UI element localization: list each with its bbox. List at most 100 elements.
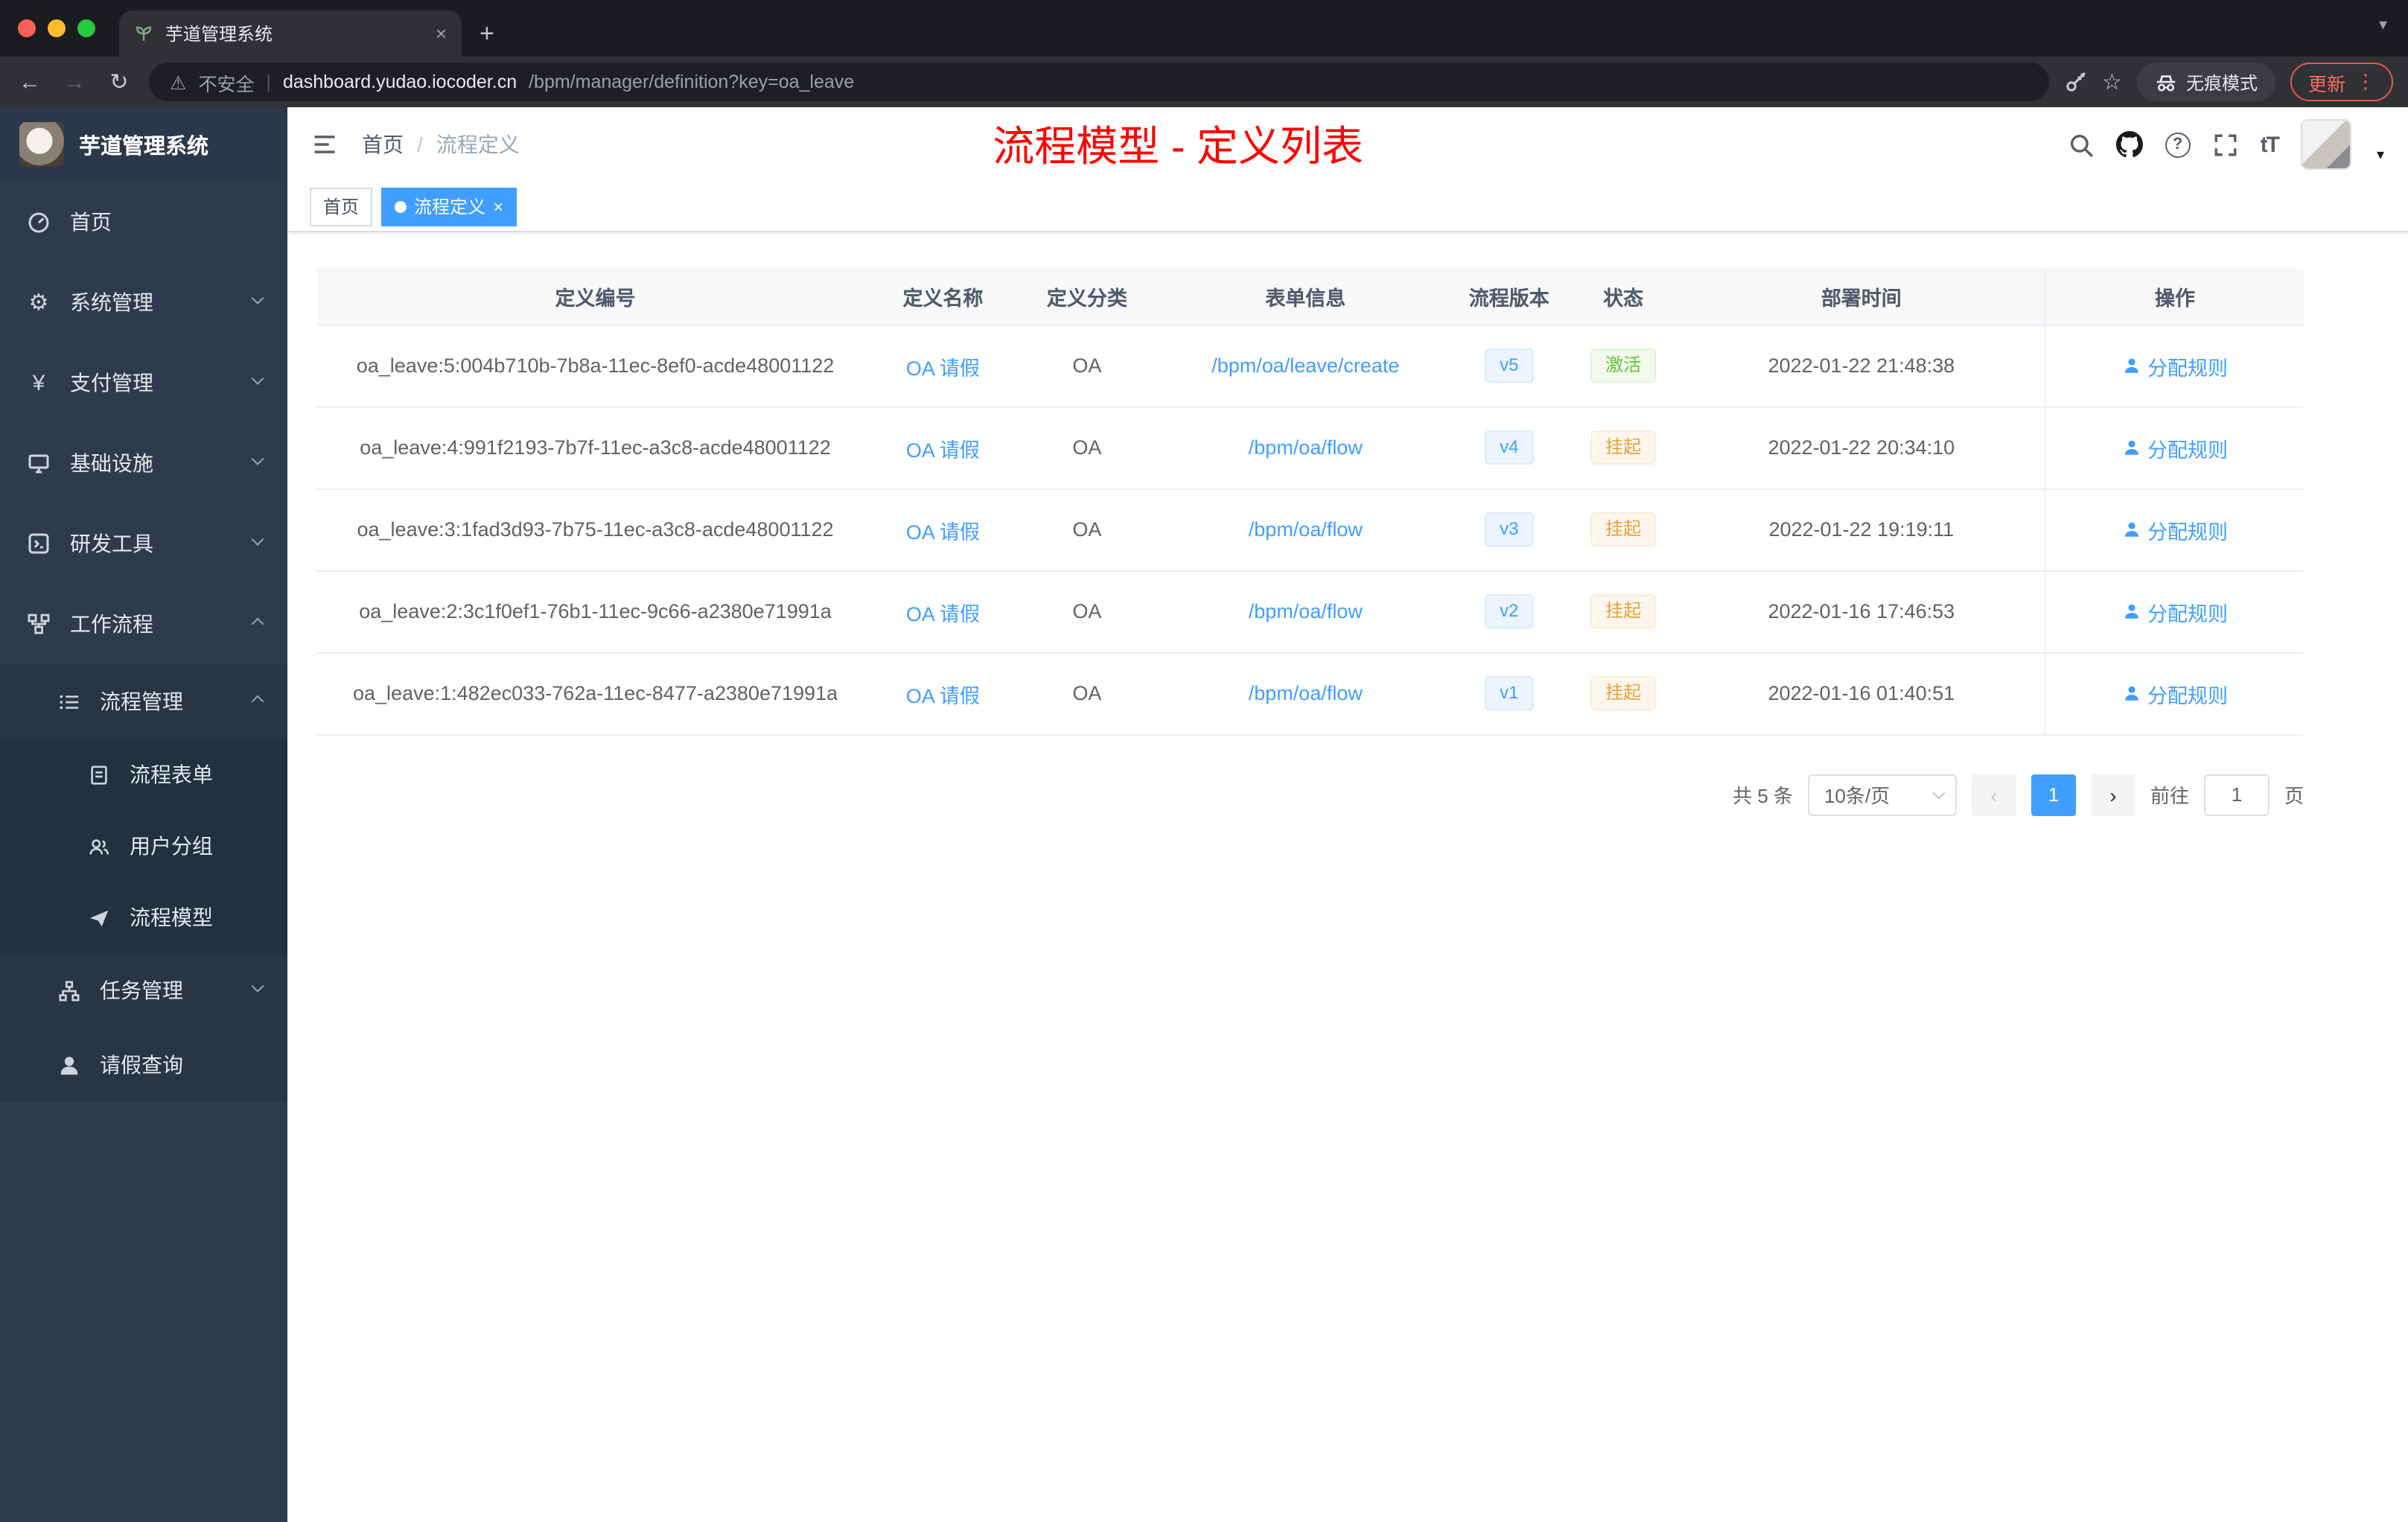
status-badge: 激活 <box>1590 348 1657 383</box>
help-icon[interactable]: ? <box>2165 132 2191 157</box>
cell-form-info: /bpm/oa/flow <box>1161 570 1450 653</box>
password-key-icon[interactable] <box>2063 70 2087 94</box>
browser-menu-icon[interactable]: ⋮ <box>2356 70 2375 94</box>
chevron-down-icon <box>251 291 264 305</box>
sidebar-item-payment-mgmt[interactable]: ¥ 支付管理 <box>0 343 287 423</box>
sidebar-item-workflow[interactable]: 工作流程 <box>0 584 287 664</box>
definition-table: 定义编号 定义名称 定义分类 表单信息 流程版本 状态 部署时间 操作 oa_l <box>317 268 2304 735</box>
cell-version: v4 <box>1449 407 1569 489</box>
text-size-icon[interactable]: tT <box>2261 132 2280 157</box>
breadcrumb-home[interactable]: 首页 <box>362 130 404 159</box>
cell-category: OA <box>1012 570 1162 653</box>
cell-deploy-time: 2022-01-16 17:46:53 <box>1678 570 2046 653</box>
form-link[interactable]: /bpm/oa/flow <box>1249 436 1363 459</box>
user-icon <box>2125 358 2138 373</box>
sidebar-item-system-mgmt[interactable]: ⚙ 系统管理 <box>0 262 287 343</box>
page-number-button[interactable]: 1 <box>2030 774 2076 815</box>
maximize-window-button[interactable] <box>77 19 95 37</box>
assign-rule-link[interactable]: 分配规则 <box>2122 351 2228 380</box>
reload-button[interactable]: ↻ <box>104 69 134 95</box>
sidebar-item-home[interactable]: 首页 <box>0 182 287 262</box>
breadcrumb-current: 流程定义 <box>436 133 520 156</box>
user-icon <box>2125 604 2138 619</box>
sidebar-item-label: 流程表单 <box>130 762 213 786</box>
assign-rule-link[interactable]: 分配规则 <box>2122 515 2228 544</box>
sidebar-item-task-mgmt[interactable]: 任务管理 <box>0 953 287 1028</box>
pagination: 共 5 条 10条/页 ‹ 1 › 前往 页 <box>317 774 2304 815</box>
address-bar[interactable]: ⚠ 不安全 | dashboard.yudao.iocoder.cn/bpm/m… <box>149 63 2049 101</box>
cell-definition-name: OA 请假 <box>873 325 1013 407</box>
chevron-down-icon <box>251 979 264 993</box>
goto-page-input[interactable] <box>2203 774 2270 815</box>
cell-deploy-time: 2022-01-22 19:19:11 <box>1678 488 2046 571</box>
sidebar-item-dev-tools[interactable]: 研发工具 <box>0 503 287 584</box>
sidebar-item-process-mgmt[interactable]: 流程管理 <box>0 664 287 739</box>
cell-version: v5 <box>1449 325 1569 407</box>
sidebar-item-label: 流程管理 <box>100 690 183 713</box>
sidebar-item-process-form[interactable]: 流程表单 <box>0 739 287 810</box>
sidebar-logo[interactable]: 芋道管理系统 <box>0 107 287 182</box>
sidebar-item-label: 流程模型 <box>130 905 213 929</box>
tag-close-icon[interactable]: × <box>493 196 503 217</box>
bookmark-star-icon[interactable]: ☆ <box>2102 69 2122 95</box>
assign-rule-link[interactable]: 分配规则 <box>2122 433 2228 462</box>
search-icon[interactable] <box>2068 132 2094 157</box>
person-icon <box>55 1054 82 1076</box>
page-content: 定义编号 定义名称 定义分类 表单信息 流程版本 状态 部署时间 操作 oa_l <box>287 232 2408 1522</box>
sidebar-item-user-groups[interactable]: 用户分组 <box>0 810 287 882</box>
user-icon <box>2125 686 2138 701</box>
cell-definition-id: oa_leave:3:1fad3d93-7b75-11ec-a3c8-acde4… <box>317 488 874 571</box>
gear-icon: ⚙ <box>28 290 49 316</box>
collapse-sidebar-icon[interactable] <box>311 131 338 158</box>
form-link[interactable]: /bpm/oa/flow <box>1249 682 1363 704</box>
cell-status: 挂起 <box>1568 570 1678 653</box>
definition-name-link[interactable]: OA 请假 <box>906 684 980 707</box>
cell-status: 挂起 <box>1568 652 1678 735</box>
tab-strip: 芋道管理系统 × + ▾ <box>0 0 2408 57</box>
fullscreen-icon[interactable] <box>2213 132 2238 157</box>
page-size-select[interactable]: 10条/页 <box>1807 774 1957 815</box>
tab-search-icon[interactable]: ▾ <box>2379 15 2387 34</box>
logo-avatar <box>19 122 64 167</box>
avatar-caret-icon[interactable]: ▾ <box>2377 147 2384 164</box>
workflow-icon <box>25 612 52 636</box>
avatar[interactable] <box>2300 119 2351 170</box>
cell-status: 激活 <box>1568 325 1678 407</box>
tag-process-definition[interactable]: 流程定义 × <box>381 187 517 226</box>
sidebar-item-process-model[interactable]: 流程模型 <box>0 882 287 953</box>
tag-home[interactable]: 首页 <box>310 187 373 226</box>
version-badge: v4 <box>1485 430 1534 465</box>
form-link[interactable]: /bpm/oa/leave/create <box>1211 354 1399 377</box>
cell-definition-id: oa_leave:4:991f2193-7b7f-11ec-a3c8-acde4… <box>317 407 874 489</box>
new-tab-button[interactable]: + <box>480 19 494 49</box>
cell-form-info: /bpm/oa/flow <box>1161 652 1450 735</box>
site-favicon-icon <box>136 26 152 41</box>
assign-rule-link[interactable]: 分配规则 <box>2122 678 2228 708</box>
chevron-down-icon <box>251 532 264 546</box>
definition-name-link[interactable]: OA 请假 <box>906 357 980 379</box>
close-window-button[interactable] <box>18 19 36 37</box>
minimize-window-button[interactable] <box>48 19 66 37</box>
form-link[interactable]: /bpm/oa/flow <box>1249 600 1363 623</box>
definition-name-link[interactable]: OA 请假 <box>906 520 980 543</box>
form-icon <box>85 763 112 786</box>
definition-name-link[interactable]: OA 请假 <box>906 602 980 625</box>
sidebar-item-infrastructure[interactable]: 基础设施 <box>0 423 287 503</box>
security-label[interactable]: 不安全 <box>198 68 254 96</box>
github-icon[interactable] <box>2115 131 2143 158</box>
tab-close-icon[interactable]: × <box>436 22 447 45</box>
forward-button: → <box>63 69 86 95</box>
next-page-button[interactable]: › <box>2090 774 2135 815</box>
assign-rule-link[interactable]: 分配规则 <box>2122 596 2228 626</box>
form-link[interactable]: /bpm/oa/flow <box>1249 518 1363 541</box>
definition-name-link[interactable]: OA 请假 <box>906 439 980 461</box>
status-badge: 挂起 <box>1590 675 1657 711</box>
yen-icon: ¥ <box>32 370 45 395</box>
back-button[interactable]: ← <box>15 69 45 95</box>
browser-tab[interactable]: 芋道管理系统 × <box>119 10 462 57</box>
cell-status: 挂起 <box>1568 488 1678 571</box>
sidebar-item-leave-query[interactable]: 请假查询 <box>0 1028 287 1102</box>
chrome-update-button[interactable]: 更新 ⋮ <box>2290 63 2393 101</box>
version-badge: v5 <box>1485 348 1534 383</box>
chevron-up-icon <box>251 617 264 631</box>
